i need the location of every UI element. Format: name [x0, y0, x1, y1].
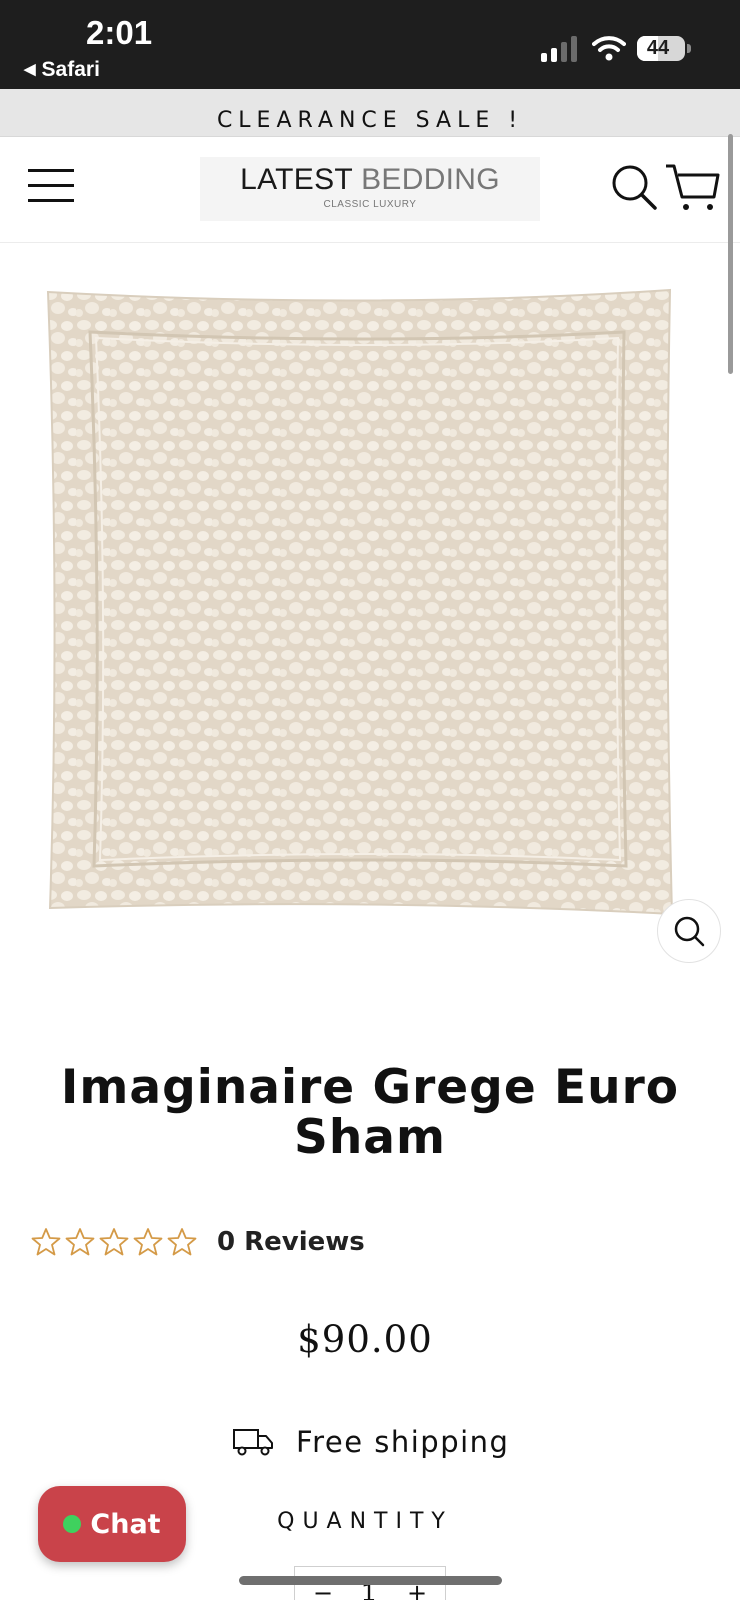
hamburger-menu-icon — [28, 169, 74, 172]
announcement-text: CLEARANCE SALE ! — [216, 108, 524, 133]
battery-icon: 44 — [637, 36, 685, 61]
cellular-signal-icon — [541, 36, 579, 62]
zoom-search-icon — [674, 916, 705, 947]
star-outline-icon[interactable] — [65, 1227, 95, 1257]
star-outline-icon[interactable] — [99, 1227, 129, 1257]
logo-word-bedding: BEDDING — [361, 163, 500, 196]
shipping-label: Free shipping — [296, 1425, 510, 1459]
page-scrollbar[interactable] — [728, 134, 733, 374]
announcement-bar[interactable]: CLEARANCE SALE ! — [0, 89, 740, 137]
reviews-link[interactable]: 0 Reviews — [217, 1227, 365, 1257]
back-triangle-icon: ◀ — [24, 61, 36, 78]
product-price: $90.00 — [297, 1318, 433, 1361]
menu-button[interactable] — [28, 167, 74, 205]
hamburger-menu-icon — [28, 199, 74, 202]
star-outline-icon[interactable] — [133, 1227, 163, 1257]
battery-level: 44 — [646, 37, 670, 59]
logo-tagline: CLASSIC LUXURY — [323, 199, 417, 210]
status-bar: 2:01 ◀ Safari 44 — [0, 0, 740, 89]
status-time: 2:01 — [86, 14, 153, 51]
hamburger-menu-icon — [28, 184, 74, 187]
product-photo[interactable] — [42, 288, 692, 928]
cart-icon[interactable] — [664, 163, 720, 213]
zoom-image-button[interactable] — [657, 899, 721, 963]
store-logo[interactable]: LATEST BEDDING CLASSIC LUXURY — [200, 157, 540, 221]
battery-cap — [687, 44, 691, 53]
star-outline-icon[interactable] — [31, 1227, 61, 1257]
site-header: LATEST BEDDING CLASSIC LUXURY — [0, 137, 740, 243]
home-indicator[interactable] — [239, 1576, 502, 1585]
wifi-icon — [592, 36, 626, 61]
product-title: Imaginaire Grege Euro Sham — [60, 1060, 680, 1165]
search-icon[interactable] — [610, 163, 658, 211]
online-status-dot — [63, 1515, 82, 1533]
star-outline-icon[interactable] — [167, 1227, 197, 1257]
product-rating[interactable]: 0 Reviews — [31, 1222, 365, 1262]
logo-word-latest: LATEST — [240, 163, 353, 196]
delivery-truck-icon — [233, 1429, 273, 1456]
chat-label: Chat — [90, 1508, 161, 1540]
back-label: Safari — [41, 58, 100, 81]
shipping-info: Free shipping — [232, 1422, 509, 1462]
back-to-safari-button[interactable]: ◀ Safari — [24, 58, 100, 82]
chat-button[interactable]: Chat — [38, 1486, 186, 1562]
